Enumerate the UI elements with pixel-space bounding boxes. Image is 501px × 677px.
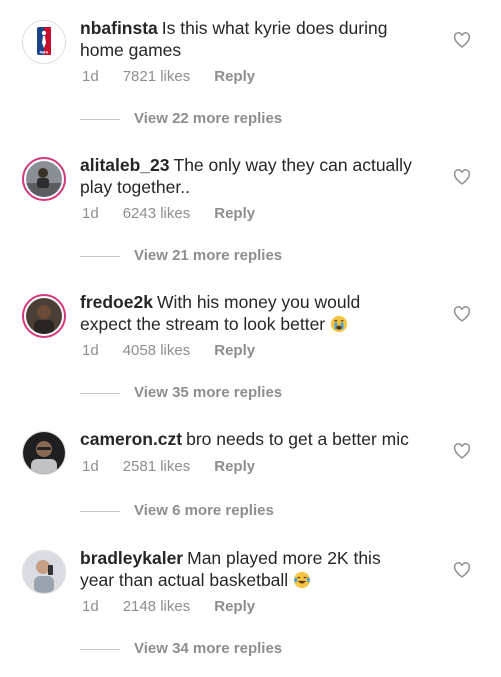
comment-item: fredoe2k With his money you would expect … bbox=[0, 274, 501, 411]
view-more-replies-label: View 22 more replies bbox=[134, 110, 283, 127]
crying-face-emoji bbox=[330, 315, 348, 333]
comment-username[interactable]: cameron.czt bbox=[80, 429, 182, 449]
comment-text: bradleykaler Man played more 2K this year… bbox=[80, 547, 415, 591]
comment-time: 1d bbox=[82, 458, 99, 475]
view-more-replies-label: View 21 more replies bbox=[134, 247, 283, 264]
avatar[interactable] bbox=[22, 157, 66, 201]
view-more-replies-button[interactable]: View 34 more replies bbox=[80, 640, 282, 660]
view-more-replies-button[interactable]: View 22 more replies bbox=[80, 110, 282, 130]
comment-item: cameron.czt bro needs to get a better mic… bbox=[0, 411, 501, 548]
view-more-replies-label: View 34 more replies bbox=[134, 640, 283, 657]
like-count[interactable]: 7821 likes bbox=[123, 68, 191, 85]
view-more-replies-button[interactable]: View 35 more replies bbox=[80, 384, 282, 404]
divider-line bbox=[80, 648, 120, 650]
view-more-replies-button[interactable]: View 6 more replies bbox=[80, 502, 274, 522]
view-more-replies-label: View 35 more replies bbox=[134, 384, 283, 401]
heart-icon[interactable] bbox=[453, 169, 471, 185]
like-count[interactable]: 2148 likes bbox=[123, 598, 191, 615]
comment-username[interactable]: nbafinsta bbox=[80, 18, 158, 38]
comment-username[interactable]: bradleykaler bbox=[80, 548, 183, 568]
profile-photo bbox=[26, 161, 62, 197]
avatar[interactable]: NBA bbox=[22, 20, 66, 64]
comment-text: cameron.czt bro needs to get a better mic bbox=[80, 428, 415, 450]
comment-meta: 1d 2148 likes Reply bbox=[82, 598, 279, 615]
tears-of-joy-emoji bbox=[293, 571, 311, 589]
comment-text: nbafinsta Is this what kyrie does during … bbox=[80, 17, 415, 61]
reply-button[interactable]: Reply bbox=[214, 205, 255, 222]
profile-photo bbox=[23, 551, 65, 593]
like-count[interactable]: 6243 likes bbox=[123, 205, 191, 222]
heart-icon[interactable] bbox=[453, 562, 471, 578]
svg-text:NBA: NBA bbox=[40, 50, 49, 55]
divider-line bbox=[80, 118, 120, 120]
heart-icon[interactable] bbox=[453, 443, 471, 459]
like-count[interactable]: 2581 likes bbox=[123, 458, 191, 475]
avatar[interactable] bbox=[22, 550, 66, 594]
comment-text: fredoe2k With his money you would expect … bbox=[80, 291, 415, 335]
view-more-replies-button[interactable]: View 21 more replies bbox=[80, 247, 282, 267]
profile-photo bbox=[26, 298, 62, 334]
reply-button[interactable]: Reply bbox=[214, 458, 255, 475]
comment-time: 1d bbox=[82, 598, 99, 615]
divider-line bbox=[80, 510, 120, 512]
comment-item: NBA nbafinsta Is this what kyrie does dur… bbox=[0, 0, 501, 137]
avatar[interactable] bbox=[22, 431, 66, 475]
comment-time: 1d bbox=[82, 342, 99, 359]
comment-username[interactable]: alitaleb_23 bbox=[80, 155, 170, 175]
comment-meta: 1d 6243 likes Reply bbox=[82, 205, 279, 222]
avatar[interactable] bbox=[22, 294, 66, 338]
heart-icon[interactable] bbox=[453, 32, 471, 48]
comment-item: bradleykaler Man played more 2K this year… bbox=[0, 530, 501, 667]
divider-line bbox=[80, 392, 120, 394]
comment-username[interactable]: fredoe2k bbox=[80, 292, 153, 312]
like-count[interactable]: 4058 likes bbox=[123, 342, 191, 359]
view-more-replies-label: View 6 more replies bbox=[134, 502, 274, 519]
comment-meta: 1d 2581 likes Reply bbox=[82, 458, 279, 475]
comment-meta: 1d 4058 likes Reply bbox=[82, 342, 279, 359]
divider-line bbox=[80, 255, 120, 257]
comment-item: alitaleb_23 The only way they can actuall… bbox=[0, 137, 501, 274]
comment-time: 1d bbox=[82, 205, 99, 222]
comment-text: alitaleb_23 The only way they can actuall… bbox=[80, 154, 415, 198]
comment-body: bro needs to get a better mic bbox=[186, 429, 409, 449]
comment-meta: 1d 7821 likes Reply bbox=[82, 68, 279, 85]
reply-button[interactable]: Reply bbox=[214, 598, 255, 615]
reply-button[interactable]: Reply bbox=[214, 68, 255, 85]
nba-logo-icon: NBA bbox=[23, 21, 65, 63]
reply-button[interactable]: Reply bbox=[214, 342, 255, 359]
profile-photo bbox=[23, 432, 65, 474]
heart-icon[interactable] bbox=[453, 306, 471, 322]
comment-time: 1d bbox=[82, 68, 99, 85]
